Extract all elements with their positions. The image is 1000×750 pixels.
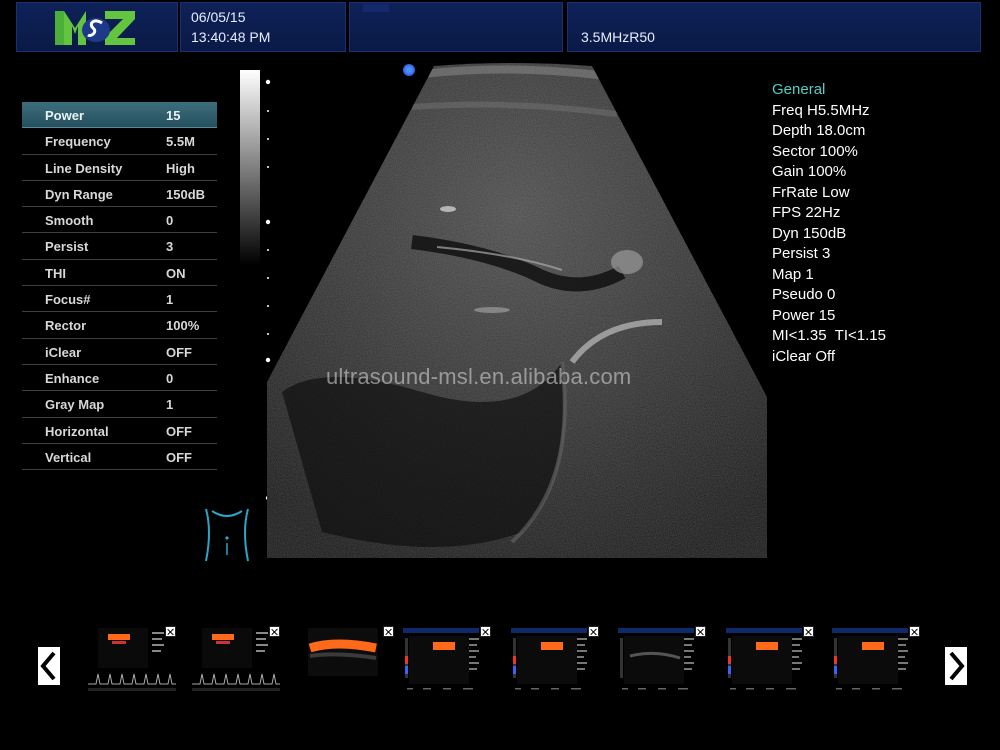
info-line: FPS 22Hz <box>772 204 841 221</box>
info-header: General <box>772 81 826 98</box>
menu-item-label: Dyn Range <box>45 186 113 202</box>
next-thumbnails-button[interactable] <box>945 647 967 685</box>
info-line: Pseudo 0 <box>772 286 836 303</box>
menu-item-value: 3 <box>166 239 174 255</box>
menu-item-label: Frequency <box>45 134 111 150</box>
menu-item-label: Vertical <box>45 449 92 465</box>
thumbnail-6[interactable] <box>618 626 706 702</box>
thumbnail-8[interactable] <box>832 626 920 702</box>
panel-tab <box>363 4 389 12</box>
info-line: MI<1.35 TI<1.15 <box>772 327 886 344</box>
menu-item-label: Rector <box>45 318 87 334</box>
info-line: Power 15 <box>772 306 836 324</box>
info-line: FrRate Low <box>772 183 850 201</box>
thumbnail-1[interactable] <box>88 626 176 702</box>
close-icon[interactable] <box>803 626 814 637</box>
image-parameters: General Freq H5.5MHz Depth 18.0cm Sector 1… <box>772 80 886 367</box>
info-line: Map 1 <box>772 265 814 283</box>
menu-item-label: Enhance <box>45 370 100 386</box>
menu-item-value: 0 <box>166 370 174 386</box>
menu-item-label: Focus# <box>45 292 91 308</box>
menu-item-label: Line Density <box>45 160 123 176</box>
date-text: 06/05/15 <box>191 9 246 25</box>
time-text: 13:40:48 PM <box>191 29 271 45</box>
menu-item-value: 5.5M <box>166 134 195 150</box>
thumbnail-5[interactable] <box>511 626 599 702</box>
close-icon[interactable] <box>165 626 176 637</box>
menu-item-label: Smooth <box>45 213 94 229</box>
menu-item-label: THI <box>45 265 66 281</box>
watermark-text: ultrasound-msl.en.alibaba.com <box>326 364 632 389</box>
body-mark-icon[interactable] <box>200 505 254 563</box>
thumbnail-4[interactable] <box>403 626 491 702</box>
menu-item-label: Power <box>45 108 85 123</box>
top-status-bar: 06/05/15 13:40:48 PM 3.5MHzR50 <box>0 0 1000 58</box>
info-line: Gain 100% <box>772 163 847 180</box>
ultrasound-image <box>267 63 767 558</box>
thumbnail-3[interactable] <box>306 626 394 702</box>
menu-item-thi[interactable]: THI ON <box>22 260 217 287</box>
menu-item-label: Gray Map <box>45 397 105 413</box>
info-line: iClear Off <box>772 347 836 365</box>
probe-panel: 3.5MHzR50 <box>567 2 981 52</box>
menu-item-enhance[interactable]: Enhance 0 <box>22 365 217 392</box>
menu-item-rector[interactable]: Rector 100% <box>22 312 217 339</box>
menu-item-smooth[interactable]: Smooth 0 <box>22 207 217 234</box>
grayscale-bar <box>240 70 260 265</box>
menu-item-dyn-range[interactable]: Dyn Range 150dB <box>22 181 217 208</box>
close-icon[interactable] <box>588 626 599 637</box>
menu-item-focus[interactable]: Focus# 1 <box>22 286 217 313</box>
msl-logo <box>55 11 135 45</box>
prev-thumbnails-button[interactable] <box>38 647 60 685</box>
menu-item-label: Horizontal <box>45 423 109 439</box>
menu-item-value: OFF <box>166 344 192 360</box>
menu-item-value: OFF <box>166 423 192 439</box>
menu-item-label: iClear <box>45 344 82 360</box>
menu-item-frequency[interactable]: Frequency 5.5M <box>22 128 217 155</box>
menu-item-gray-map[interactable]: Gray Map 1 <box>22 391 217 418</box>
close-icon[interactable] <box>909 626 920 637</box>
menu-item-persist[interactable]: Persist 3 <box>22 233 217 260</box>
menu-item-value: 1 <box>166 397 174 413</box>
chevron-left-icon <box>40 651 56 681</box>
info-line: Persist 3 <box>772 245 831 262</box>
thumbnail-7[interactable] <box>726 626 814 702</box>
menu-item-value: High <box>166 160 195 176</box>
menu-item-label: Persist <box>45 239 89 255</box>
close-icon[interactable] <box>269 626 280 637</box>
info-line: Sector 100% <box>772 142 858 160</box>
menu-item-horizontal[interactable]: Horizontal OFF <box>22 418 217 444</box>
close-icon[interactable] <box>480 626 491 637</box>
parameter-menu: Power 15 Frequency 5.5M Line Density High Dyn … <box>22 102 217 471</box>
chevron-right-icon <box>949 651 965 681</box>
close-icon[interactable] <box>695 626 706 637</box>
menu-item-value: 100% <box>166 318 200 334</box>
menu-item-vertical[interactable]: Vertical OFF <box>22 444 217 471</box>
menu-item-value: 1 <box>166 292 174 308</box>
logo-panel <box>16 2 178 52</box>
info-line: Dyn 150dB <box>772 224 847 242</box>
info-line: Depth 18.0cm <box>772 122 866 139</box>
menu-item-iclear[interactable]: iClear OFF <box>22 339 217 365</box>
probe-text: 3.5MHzR50 <box>581 29 655 45</box>
close-icon[interactable] <box>383 626 394 637</box>
menu-item-value: 15 <box>166 108 181 123</box>
menu-item-value: 0 <box>166 213 174 229</box>
menu-item-line-density[interactable]: Line Density High <box>22 155 217 181</box>
info-line: Freq H5.5MHz <box>772 101 870 119</box>
menu-item-power[interactable]: Power 15 <box>22 102 217 129</box>
thumbnail-2[interactable] <box>192 626 280 702</box>
menu-item-value: OFF <box>166 449 192 465</box>
menu-item-value: ON <box>166 265 186 281</box>
menu-item-value: 150dB <box>166 186 206 202</box>
datetime-panel: 06/05/15 13:40:48 PM <box>180 2 346 52</box>
